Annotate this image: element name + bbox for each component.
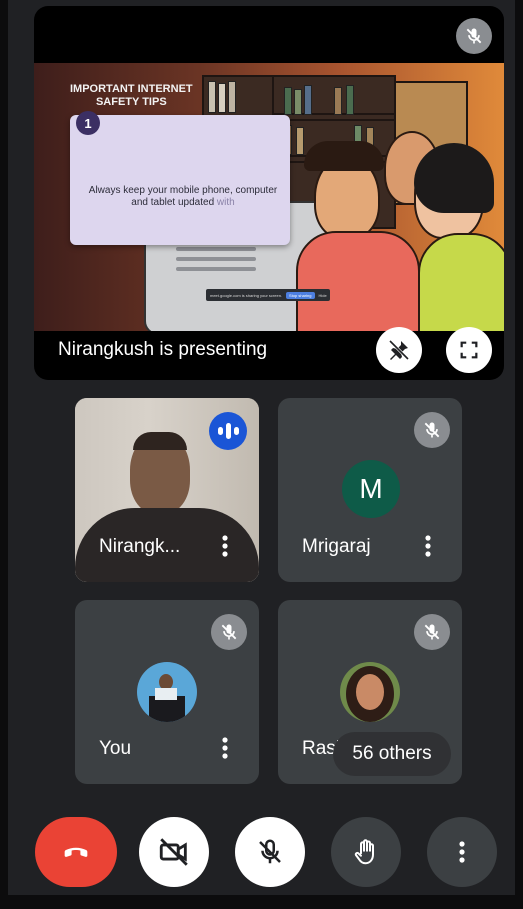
end-call-button[interactable] <box>35 817 117 887</box>
end-call-icon <box>64 847 88 857</box>
tip-number: 1 <box>76 111 100 135</box>
more-options-button[interactable] <box>427 817 497 887</box>
mic-off-icon <box>211 614 247 650</box>
others-count-button[interactable]: 56 others <box>333 732 451 776</box>
tip-text: Always keep your mobile phone, computer … <box>88 185 278 209</box>
monitor-slot <box>176 247 256 251</box>
participant-tile-you[interactable]: You <box>75 600 259 784</box>
presentation-mic-off-icon <box>456 18 492 54</box>
more-vert-icon <box>459 841 465 863</box>
shirt-illustration <box>418 233 504 331</box>
presenter-label: Nirangkush is presenting <box>58 339 268 360</box>
participant-name: Nirangk... <box>99 536 181 557</box>
speaking-indicator-icon <box>209 412 247 450</box>
slide-title: IMPORTANT INTERNET SAFETY TIPS <box>70 83 193 109</box>
slide-title-line2: SAFETY TIPS <box>95 96 167 108</box>
mic-off-icon <box>414 412 450 448</box>
right-frame <box>515 0 523 909</box>
more-vert-icon[interactable] <box>213 532 237 560</box>
fullscreen-button[interactable] <box>446 327 492 373</box>
camera-off-icon <box>159 838 188 866</box>
participant-tile-nirangkush[interactable]: Nirangk... <box>75 398 259 582</box>
mic-off-icon <box>259 839 281 864</box>
hide-share-bar-button: Hide <box>318 292 327 298</box>
stop-sharing-button: Stop sharing <box>286 291 315 299</box>
participant-hair <box>133 432 187 450</box>
unpin-icon <box>388 339 410 361</box>
monitor-slot <box>176 257 256 261</box>
avatar-figure-body <box>155 688 177 700</box>
bottom-frame <box>0 895 523 909</box>
participant-tile-mrigaraj[interactable]: M Mrigaraj <box>278 398 462 582</box>
slide-title-line1: IMPORTANT INTERNET <box>70 83 193 95</box>
unpin-button[interactable] <box>376 327 422 373</box>
hair-illustration <box>414 143 494 213</box>
share-bar-text: meet.google.com is sharing your screen. <box>210 292 283 298</box>
tip-text-main: Always keep your mobile phone, computer … <box>88 185 278 208</box>
left-frame <box>0 0 8 909</box>
more-vert-icon[interactable] <box>213 734 237 762</box>
monitor-slot <box>176 267 256 271</box>
fullscreen-icon <box>460 341 478 359</box>
shared-screen-slide: IMPORTANT INTERNET SAFETY TIPS 1 Always … <box>34 63 504 331</box>
shirt-illustration <box>296 231 420 331</box>
avatar <box>137 662 197 722</box>
presentation-tile[interactable]: IMPORTANT INTERNET SAFETY TIPS 1 Always … <box>34 6 504 380</box>
mic-off-icon <box>414 614 450 650</box>
avatar-face <box>356 674 384 710</box>
camera-toggle-button[interactable] <box>139 817 209 887</box>
avatar <box>340 662 400 722</box>
raise-hand-button[interactable] <box>331 817 401 887</box>
microphone-toggle-button[interactable] <box>235 817 305 887</box>
screen-share-bar: meet.google.com is sharing your screen. … <box>206 289 330 301</box>
tip-text-faded: with <box>216 197 235 208</box>
avatar: M <box>342 460 400 518</box>
participant-name: Mrigaraj <box>302 536 371 557</box>
more-vert-icon[interactable] <box>416 532 440 560</box>
hair-illustration <box>304 141 384 171</box>
tip-card: 1 Always keep your mobile phone, compute… <box>70 111 290 245</box>
participant-name: You <box>99 738 132 759</box>
raise-hand-icon <box>354 839 374 865</box>
